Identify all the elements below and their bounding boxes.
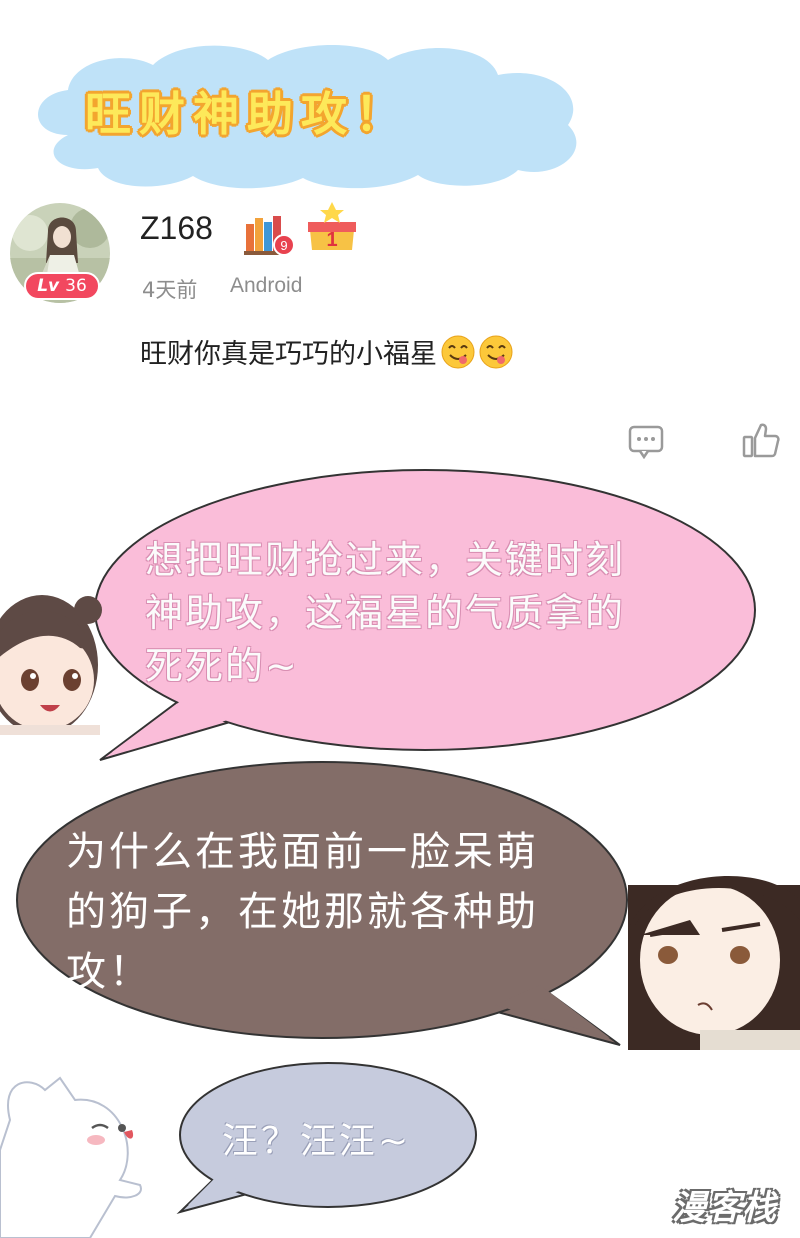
level-badge: Lv 36 [24,272,100,300]
books-badge-count: 9 [280,238,287,253]
banner-title: 旺财神助攻！ [85,87,409,141]
man-character [628,876,800,1050]
comment-text: 旺财你真是巧巧的小福星 [140,339,437,370]
username[interactable]: Z168 [140,210,213,247]
dog-character [0,1076,142,1238]
level-prefix: Lv [37,276,60,296]
rank-badge-number: 1 [326,229,337,251]
yum-face-icon [479,335,513,368]
comment-platform: Android [230,274,303,297]
yum-face-icon [441,335,475,368]
bubble-girl-text: 想把旺财抢过来，关键时刻 神助攻，这福星的气质拿的 死死的~ [145,538,626,688]
thumbs-up-icon[interactable] [742,421,780,459]
comment-text-row: 旺财你真是巧巧的小福星 [140,332,513,371]
watermark-logo: 漫客栈 [672,1188,777,1228]
girl-character [0,595,102,735]
bubble-dog-text: 汪？汪汪~ [222,1121,412,1162]
books-badge-icon: 9 [244,216,294,256]
level-number: 36 [65,276,87,296]
comment-time: 4天前 [142,278,198,302]
reply-icon[interactable] [628,425,664,459]
bubble-man-text: 为什么在我面前一脸呆萌 的狗子，在她那就各种助 攻！ [66,829,539,995]
rank-badge-icon: 1 [308,202,356,251]
